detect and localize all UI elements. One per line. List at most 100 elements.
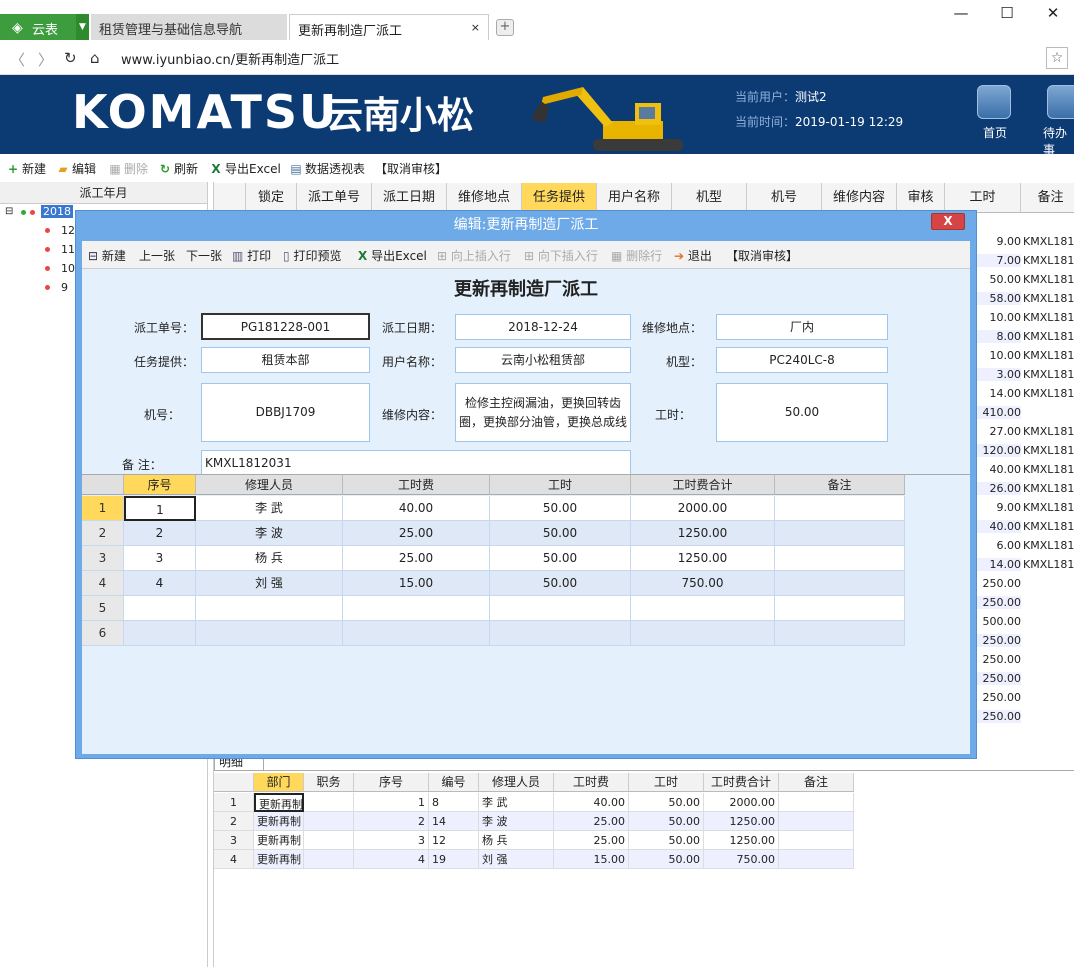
detail-grid-cell[interactable]: 8 [429, 793, 479, 812]
main-grid-column-header[interactable]: 用户名称 [597, 183, 672, 213]
dialog-grid-cell[interactable]: 1250.00 [631, 546, 775, 571]
home-nav-icon[interactable] [977, 85, 1011, 119]
detail-grid-cell[interactable]: 3 [354, 831, 429, 850]
main-grid-column-header[interactable]: 备注 [1021, 183, 1074, 213]
dialog-grid-cell[interactable]: 李 武 [196, 496, 343, 521]
main-grid-column-header[interactable]: 工时 [945, 183, 1021, 213]
export-excel-button[interactable]: X 导出Excel [209, 160, 280, 177]
close-tab-icon[interactable]: × [471, 21, 480, 34]
dialog-grid-cell[interactable] [343, 596, 490, 621]
dialog-grid-cell[interactable] [775, 521, 905, 546]
tree-collapse-icon[interactable]: ⊟ [5, 206, 13, 217]
detail-grid-column-header[interactable]: 工时费 [554, 773, 629, 792]
back-icon[interactable]: 〈 [10, 49, 25, 70]
detail-grid-cell[interactable]: 更新再制 [254, 831, 304, 850]
detail-grid-cell[interactable]: 750.00 [704, 850, 779, 869]
tab-dispatch[interactable]: 更新再制造厂派工 × [289, 14, 489, 40]
dialog-grid-cell[interactable] [631, 596, 775, 621]
detail-grid-column-header[interactable]: 职务 [304, 773, 354, 792]
close-window-button[interactable]: ✕ [1038, 4, 1068, 22]
detail-grid-cell[interactable]: 更新再制 [254, 850, 304, 869]
app-menu-button[interactable]: ◈ 云表 ▼ [0, 14, 89, 40]
detail-grid-cell[interactable] [304, 812, 354, 831]
tree-node-month[interactable]: 12 [61, 224, 75, 237]
delete-button[interactable]: ▦ 删除 [108, 160, 148, 177]
detail-grid-cell[interactable]: 19 [429, 850, 479, 869]
next-button[interactable]: 下一张 [186, 247, 222, 264]
detail-grid-column-header[interactable]: 备注 [779, 773, 854, 792]
todo-nav-icon[interactable] [1047, 85, 1074, 119]
detail-grid-column-header[interactable]: 工时 [629, 773, 704, 792]
maximize-button[interactable]: ☐ [992, 4, 1022, 22]
dialog-grid-cell[interactable]: 15.00 [343, 571, 490, 596]
detail-grid-cell[interactable] [304, 793, 354, 812]
detail-grid-cell[interactable] [304, 831, 354, 850]
detail-grid-cell[interactable]: 2000.00 [704, 793, 779, 812]
tree-node-2018[interactable]: 2018 [41, 205, 73, 218]
customer-field[interactable]: 云南小松租赁部 [455, 347, 631, 373]
cancel-audit-button[interactable]: 【取消审核】 [375, 160, 447, 177]
main-grid-column-header[interactable]: 任务提供 [522, 183, 597, 213]
forward-icon[interactable]: 〉 [38, 49, 53, 70]
order-no-field[interactable]: PG181228-001 [201, 313, 370, 340]
dialog-grid-column-header[interactable]: 工时费 [343, 475, 490, 495]
detail-grid-cell[interactable]: 12 [429, 831, 479, 850]
detail-grid-column-header[interactable]: 编号 [429, 773, 479, 792]
detail-grid-column-header[interactable]: 部门 [254, 773, 304, 792]
note-field[interactable]: KMXL1812031 [201, 450, 631, 476]
hours-field[interactable]: 50.00 [716, 383, 888, 442]
detail-grid-cell[interactable] [779, 793, 854, 812]
chevron-down-icon[interactable]: ▼ [76, 14, 89, 40]
dialog-grid-cell[interactable] [490, 596, 631, 621]
location-field[interactable]: 厂内 [716, 314, 888, 340]
detail-grid-cell[interactable] [304, 850, 354, 869]
dialog-grid-cell[interactable] [196, 621, 343, 646]
dialog-grid-cell[interactable]: 50.00 [490, 546, 631, 571]
detail-grid-cell[interactable] [779, 850, 854, 869]
dialog-grid-cell[interactable] [775, 596, 905, 621]
delete-row-button[interactable]: ▦ 删除行 [611, 247, 662, 264]
dialog-export-excel-button[interactable]: X 导出Excel [358, 247, 427, 264]
dialog-grid-cell[interactable]: 50.00 [490, 496, 631, 521]
dialog-grid-column-header[interactable]: 备注 [775, 475, 905, 495]
dialog-new-button[interactable]: ⊟ 新建 [88, 247, 126, 264]
dialog-grid-cell[interactable]: 50.00 [490, 571, 631, 596]
dialog-grid-cell[interactable]: 杨 兵 [196, 546, 343, 571]
tree-node-month[interactable]: 10 [61, 262, 75, 275]
detail-grid-column-header[interactable]: 序号 [354, 773, 429, 792]
detail-grid-cell[interactable]: 李 武 [479, 793, 554, 812]
dialog-grid-column-header[interactable]: 序号 [124, 475, 196, 495]
dialog-grid-cell[interactable] [775, 571, 905, 596]
dialog-grid-cell[interactable]: 50.00 [490, 521, 631, 546]
detail-grid-cell[interactable]: 50.00 [629, 793, 704, 812]
main-grid-column-header[interactable]: 审核 [897, 183, 945, 213]
detail-grid-cell[interactable]: 25.00 [554, 812, 629, 831]
home-icon[interactable]: ⌂ [90, 49, 100, 67]
tab-navigation[interactable]: 租赁管理与基础信息导航 [91, 14, 287, 40]
dialog-grid-cell[interactable]: 3 [124, 546, 196, 571]
detail-grid-cell[interactable]: 李 波 [479, 812, 554, 831]
main-grid-column-header[interactable]: 锁定 [246, 183, 297, 213]
detail-grid-cell[interactable]: 1250.00 [704, 831, 779, 850]
home-nav-label[interactable]: 首页 [983, 124, 1007, 141]
dialog-grid-cell[interactable]: 2 [124, 521, 196, 546]
bookmark-star-icon[interactable]: ☆ [1046, 47, 1068, 69]
dialog-grid-column-header[interactable]: 工时费合计 [631, 475, 775, 495]
detail-grid-cell[interactable]: 15.00 [554, 850, 629, 869]
dialog-grid-cell[interactable] [343, 621, 490, 646]
dialog-cancel-audit-button[interactable]: 【取消审核】 [726, 247, 798, 264]
dialog-grid-cell[interactable] [124, 596, 196, 621]
detail-grid-cell[interactable]: 1250.00 [704, 812, 779, 831]
provider-field[interactable]: 租赁本部 [201, 347, 370, 373]
dialog-grid-cell[interactable]: 1250.00 [631, 521, 775, 546]
tree-node-month[interactable]: 9 [61, 281, 68, 294]
detail-grid-cell[interactable]: 50.00 [629, 831, 704, 850]
dialog-grid-cell[interactable]: 25.00 [343, 546, 490, 571]
new-tab-button[interactable]: + [496, 19, 514, 36]
edit-button[interactable]: ▰ 编辑 [56, 160, 96, 177]
detail-grid-cell[interactable]: 14 [429, 812, 479, 831]
dialog-grid-cell[interactable]: 2000.00 [631, 496, 775, 521]
insert-row-above-button[interactable]: ⊞ 向上插入行 [437, 247, 511, 264]
main-grid-column-header[interactable]: 维修地点 [447, 183, 522, 213]
detail-grid-cell[interactable]: 4 [354, 850, 429, 869]
